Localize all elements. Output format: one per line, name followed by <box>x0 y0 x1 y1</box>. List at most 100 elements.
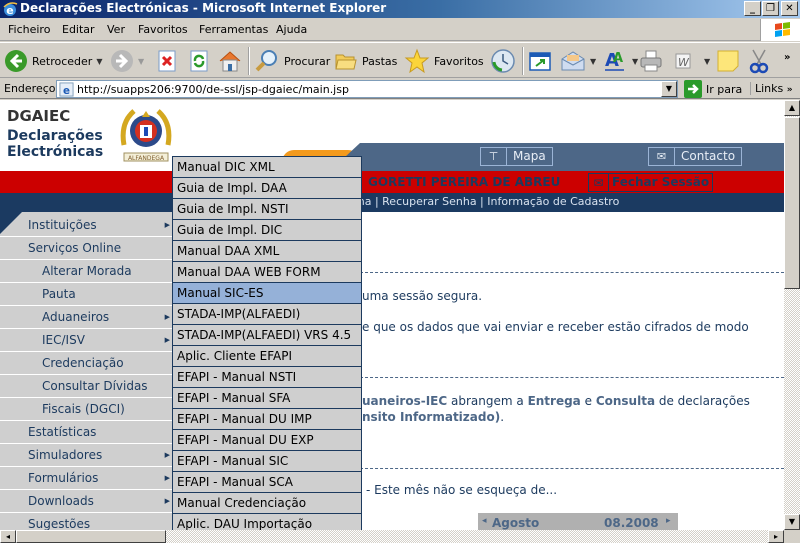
links-button[interactable]: Links » <box>750 82 793 95</box>
nav-item[interactable]: Alterar Morada <box>0 260 172 283</box>
mail-dropdown-icon[interactable]: ▼ <box>590 57 596 66</box>
menu-edit[interactable]: Editar <box>62 23 95 36</box>
nav-item[interactable]: Aduaneiros ▶ <box>0 306 172 329</box>
nav-item[interactable]: Pauta <box>0 283 172 306</box>
nav-item[interactable]: Formulários ▶ <box>0 467 172 490</box>
scroll-up-button[interactable]: ▲ <box>784 100 800 116</box>
submenu-item[interactable]: STADA-IMP(ALFAEDI) VRS 4.5 <box>173 325 361 346</box>
go-arrow-icon <box>684 80 702 98</box>
submenu-item[interactable]: EFAPI - Manual DU EXP <box>173 430 361 451</box>
favorites-button[interactable]: Favoritos <box>404 47 484 75</box>
notes-button[interactable] <box>716 47 740 75</box>
history-button[interactable] <box>490 47 516 75</box>
submenu-item[interactable]: Manual DAA WEB FORM <box>173 262 361 283</box>
crest-caption: ALFANDEGA <box>128 155 165 162</box>
submenu-item[interactable]: Manual DIC XML <box>173 157 361 178</box>
site-logo[interactable]: DGAIEC Declarações Electrónicas <box>7 108 103 160</box>
vertical-scroll-thumb[interactable] <box>784 117 800 289</box>
scroll-right-button[interactable]: ▸ <box>768 530 784 543</box>
back-dropdown-icon[interactable]: ▼ <box>96 57 102 66</box>
home-button[interactable] <box>218 47 242 75</box>
submenu-item[interactable]: Manual DAA XML <box>173 241 361 262</box>
scroll-left-button[interactable]: ◂ <box>0 530 16 543</box>
submenu-item[interactable]: Guia de Impl. DIC <box>173 220 361 241</box>
back-button[interactable]: Retroceder ▼ <box>4 47 102 75</box>
calendar-month: Agosto <box>492 516 540 530</box>
submenu-arrow-icon: ▶ <box>164 221 170 229</box>
submenu-item[interactable]: EFAPI - Manual NSTI <box>173 367 361 388</box>
nav-item[interactable]: Sugestões <box>0 513 172 530</box>
minimize-button[interactable]: _ <box>744 1 761 16</box>
submenu-item[interactable]: EFAPI - Manual SFA <box>173 388 361 409</box>
font-size-button[interactable]: AA ▼ <box>602 47 638 75</box>
submenu-item[interactable]: EFAPI - Manual SIC <box>173 451 361 472</box>
cut-button[interactable] <box>748 47 770 75</box>
nav-item[interactable]: Fiscais (DGCI) <box>0 398 172 421</box>
menu-tools[interactable]: Ferramentas <box>199 23 268 36</box>
print-button[interactable] <box>638 47 664 75</box>
menu-bar: Ficheiro Editar Ver Favoritos Ferramenta… <box>0 19 800 41</box>
logout-button[interactable]: ✉ Fechar Sessão <box>588 173 714 192</box>
refresh-button[interactable] <box>188 47 210 75</box>
submenu-item[interactable]: Guia de Impl. NSTI <box>173 199 361 220</box>
nav-item[interactable]: Downloads ▶ <box>0 490 172 513</box>
next-month-button[interactable]: ▸ <box>666 516 671 526</box>
nav-item-label: Formulários <box>28 471 99 485</box>
nav-item[interactable]: Instituições ▶ <box>0 214 172 237</box>
nav-item[interactable]: Consultar Dívidas <box>0 375 172 398</box>
maximize-button[interactable]: ❐ <box>762 1 779 16</box>
search-button[interactable]: Procurar <box>254 47 330 75</box>
nav-item[interactable]: Credenciação <box>0 352 172 375</box>
scope-text: uaneiros-IEC abrangem a Entrega e Consul… <box>362 394 750 408</box>
nav-item[interactable]: Estatísticas <box>0 421 172 444</box>
envelope-icon: ✉ <box>649 148 675 165</box>
forward-dropdown-icon[interactable]: ▼ <box>138 57 144 66</box>
home-icon <box>219 51 241 72</box>
toolbar-overflow-button[interactable]: » <box>784 43 790 71</box>
menu-help[interactable]: Ajuda <box>276 23 307 36</box>
menu-favorites[interactable]: Favoritos <box>138 23 188 36</box>
search-icon <box>255 50 277 72</box>
horizontal-scrollbar[interactable]: ◂ ▸ <box>0 530 784 543</box>
submenu-item[interactable]: Aplic. Cliente EFAPI <box>173 346 361 367</box>
mail-button[interactable]: ▼ <box>560 47 596 75</box>
submenu-item[interactable]: Manual SIC-ES <box>173 283 361 304</box>
edit-word-button[interactable]: W ▼ <box>672 47 710 75</box>
menu-file[interactable]: Ficheiro <box>8 23 50 36</box>
windows-logo <box>760 19 800 41</box>
svg-text:e: e <box>6 4 13 17</box>
stop-button[interactable] <box>156 47 178 75</box>
map-button[interactable]: ⊤ Mapa <box>480 147 553 166</box>
edit-dropdown-icon[interactable]: ▼ <box>704 57 710 66</box>
submenu-item[interactable]: EFAPI - Manual DU IMP <box>173 409 361 430</box>
svg-text:e: e <box>63 85 70 97</box>
address-label: Endereço <box>4 82 56 95</box>
calendar-bar: ◂ Agosto 08.2008 ▸ <box>478 513 678 530</box>
prev-month-button[interactable]: ◂ <box>482 516 487 526</box>
horizontal-scroll-thumb[interactable] <box>16 530 166 543</box>
address-dropdown-icon[interactable]: ▼ <box>661 81 677 97</box>
nav-item[interactable]: IEC/ISV ▶ <box>0 329 172 352</box>
vertical-scrollbar[interactable]: ▲ ▼ <box>784 100 800 530</box>
submenu-item[interactable]: Manual Credenciação <box>173 493 361 514</box>
new-window-icon <box>529 52 551 71</box>
window-title-bar[interactable]: e Declarações Electrónicas - Microsoft I… <box>0 0 800 18</box>
submenu-item[interactable]: Guia de Impl. DAA <box>173 178 361 199</box>
forward-button[interactable]: ▼ <box>110 47 144 75</box>
contact-button[interactable]: ✉ Contacto <box>648 147 743 166</box>
address-input[interactable]: e http://suapps206:9700/de-ssl/jsp-dgaie… <box>56 80 678 98</box>
svg-text:A: A <box>613 51 623 66</box>
submenu-item[interactable]: STADA-IMP(ALFAEDI) <box>173 304 361 325</box>
nav-item[interactable]: Serviços Online <box>0 237 172 260</box>
submenu-item[interactable]: EFAPI - Manual SCA <box>173 472 361 493</box>
nav-item[interactable]: Simuladores ▶ <box>0 444 172 467</box>
go-button[interactable]: Ir para <box>684 80 742 98</box>
nav-item-label: Consultar Dívidas <box>42 379 148 393</box>
new-window-button[interactable] <box>528 47 552 75</box>
word-icon: W <box>675 53 691 69</box>
menu-view[interactable]: Ver <box>107 23 125 36</box>
folders-button[interactable]: Pastas <box>334 47 397 75</box>
close-button[interactable]: ✕ <box>781 1 798 16</box>
scroll-down-button[interactable]: ▼ <box>784 514 800 530</box>
account-links[interactable]: enha | Recuperar Senha | Informação de C… <box>344 195 619 208</box>
